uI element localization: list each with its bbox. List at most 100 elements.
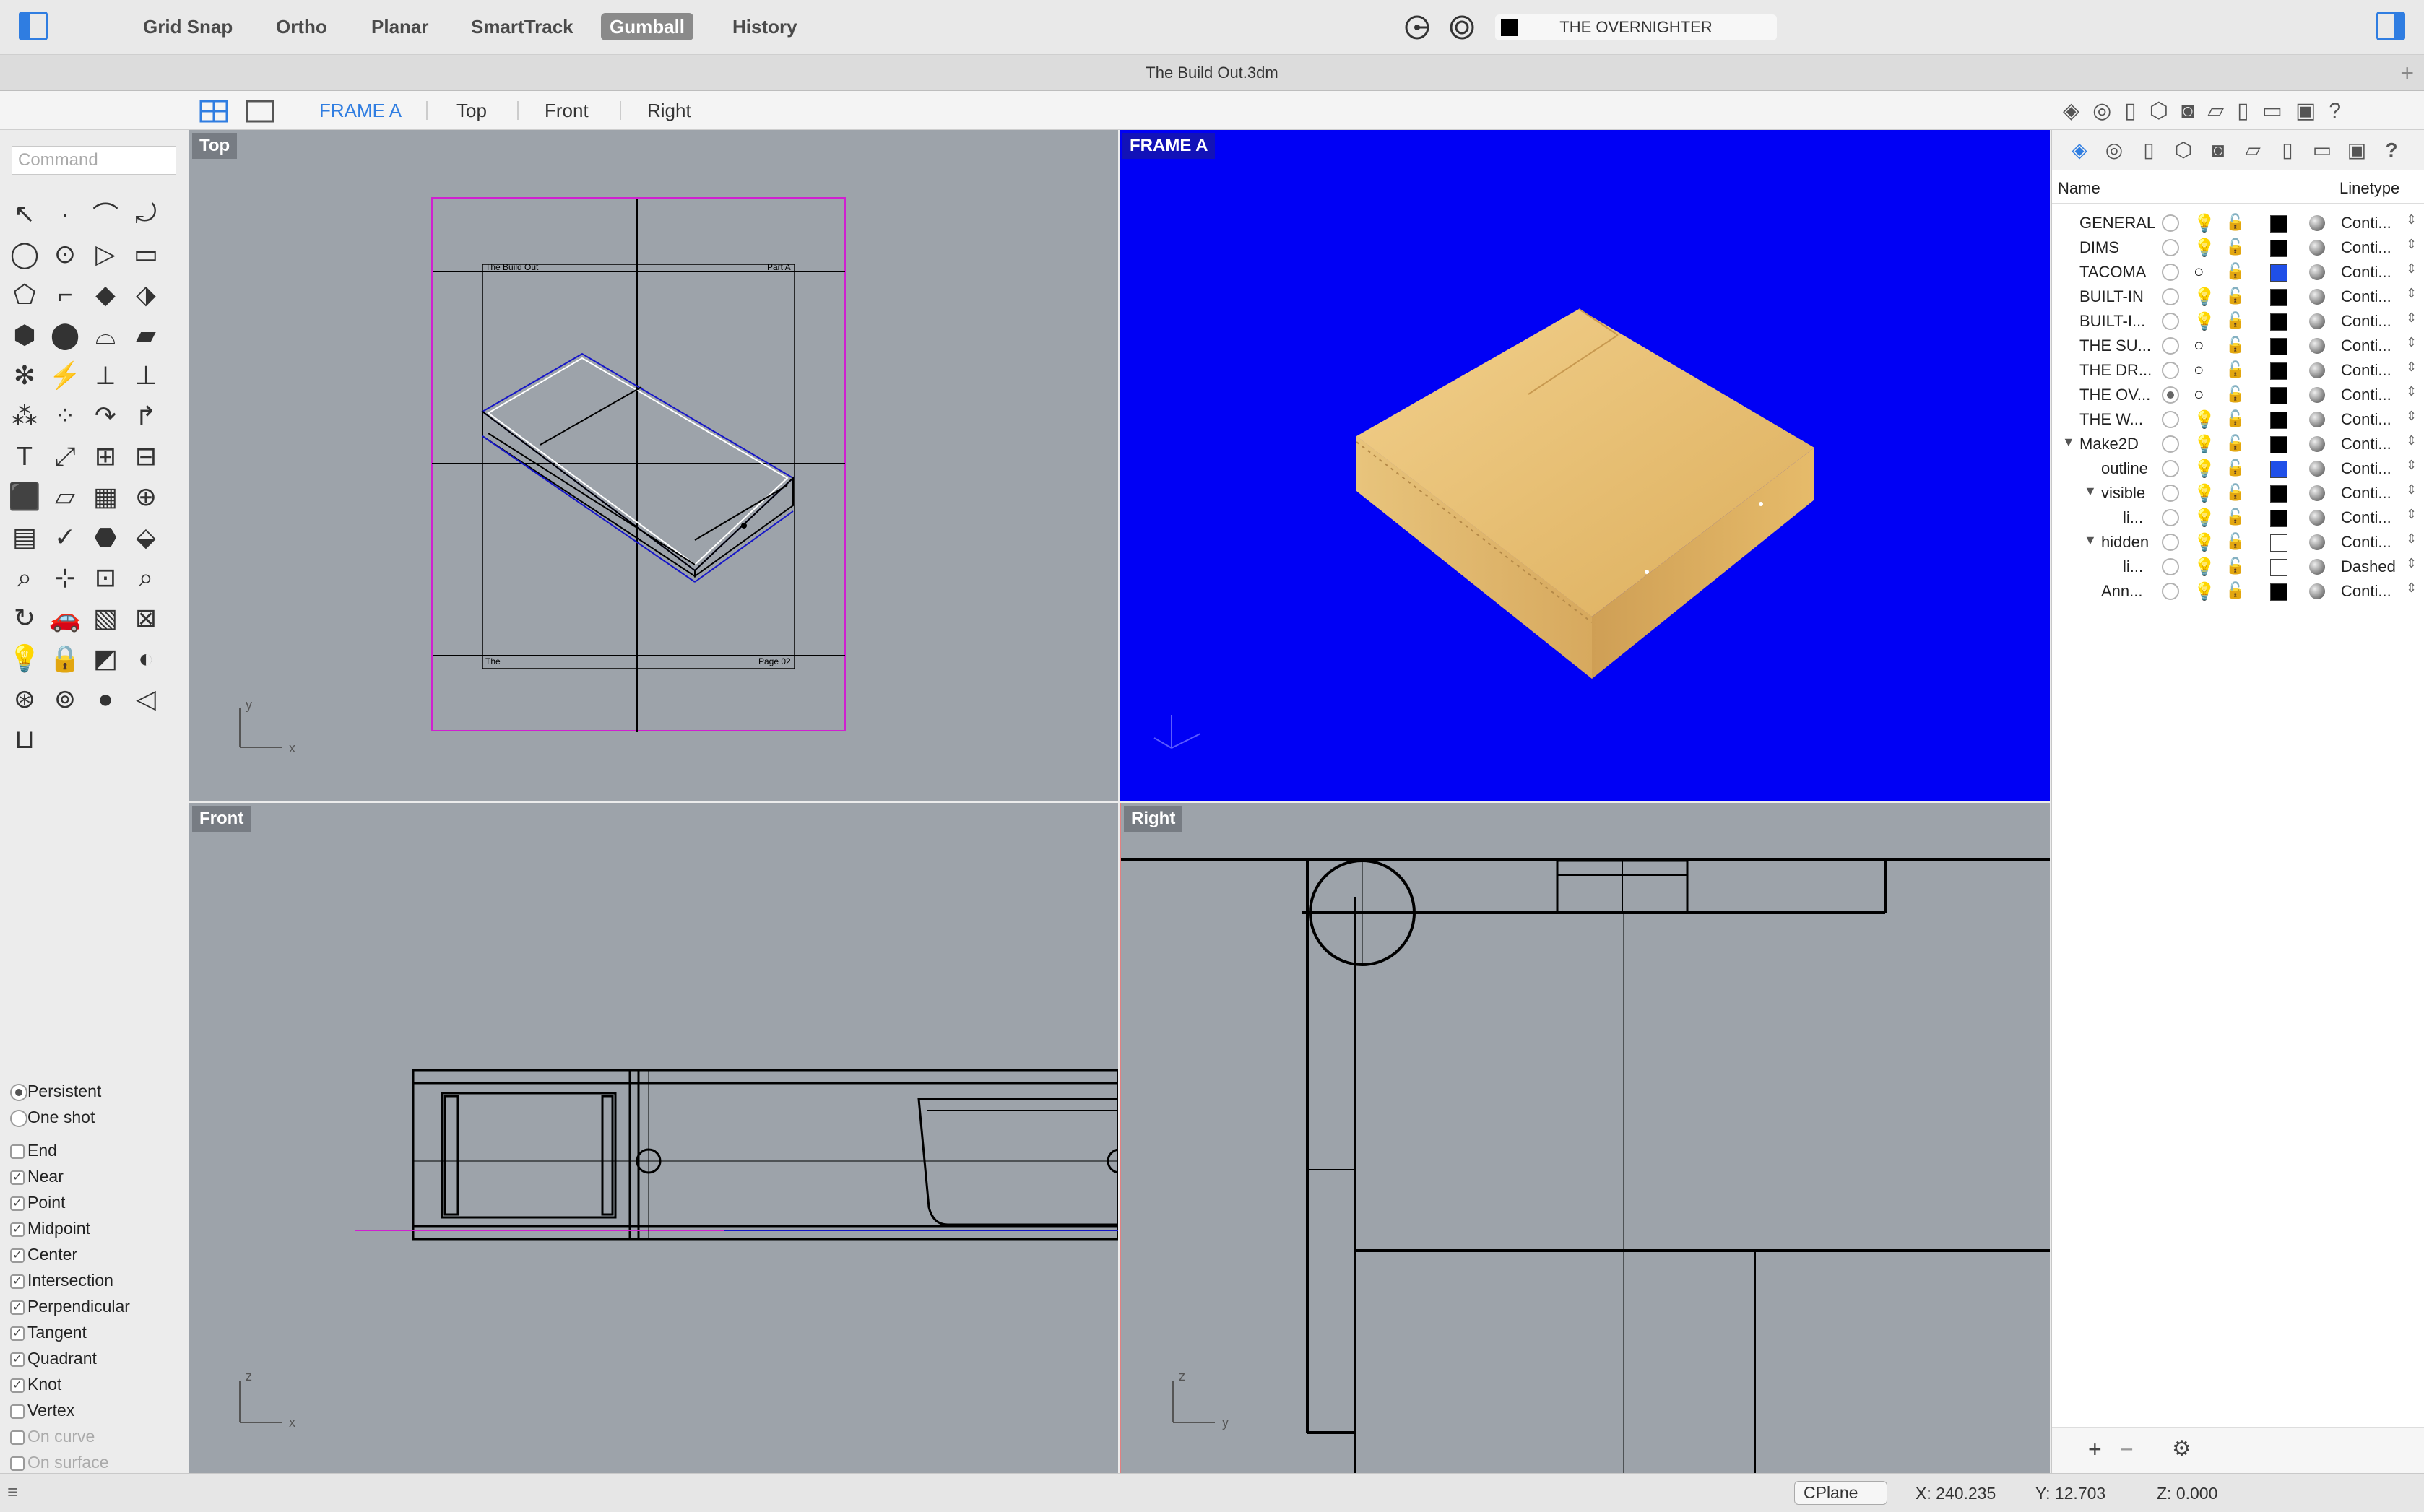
lock-icon[interactable]: 🔓 <box>2225 213 2245 232</box>
lock-icon[interactable]: 🔓 <box>2225 287 2245 305</box>
linetype-stepper-icon[interactable]: ⇕ <box>2406 482 2417 498</box>
layer-color-swatch[interactable] <box>2270 461 2287 478</box>
osnap-on-surface[interactable]: On surface <box>10 1451 109 1473</box>
layer-color-swatch[interactable] <box>2270 534 2287 552</box>
expand-triangle-icon[interactable]: ▼ <box>2084 484 2097 499</box>
camera-icon[interactable]: ◙ <box>2205 137 2231 163</box>
layer-row[interactable]: li... 💡 🔓 Dashed ⇕ <box>2052 555 2424 579</box>
history-toggle[interactable]: History <box>724 13 806 40</box>
material-sphere-icon[interactable] <box>2309 289 2325 305</box>
point-tool-icon[interactable]: · <box>45 194 85 234</box>
viewport-front[interactable]: x z Front <box>189 803 1118 1473</box>
cube-icon[interactable]: ⬡ <box>2170 137 2196 163</box>
osnap-persistent-option[interactable]: Persistent <box>10 1080 101 1102</box>
zoom-extents-tool-icon[interactable]: ⊡ <box>85 557 126 598</box>
lock-icon[interactable]: 🔓 <box>2225 262 2245 281</box>
material-sphere-icon[interactable] <box>2309 559 2325 575</box>
osnap-vertex[interactable]: Vertex <box>10 1399 74 1421</box>
plus-tool-icon[interactable]: ⊕ <box>126 477 166 517</box>
viewport-title-front[interactable]: Front <box>192 806 251 832</box>
viewport-right[interactable]: y z Right <box>1120 803 2050 1473</box>
linetype-stepper-icon[interactable]: ⇕ <box>2406 384 2417 399</box>
smarttrack-toggle[interactable]: SmartTrack <box>462 13 582 40</box>
visibility-bulb-icon[interactable]: 💡 <box>2194 557 2215 578</box>
layouts-icon[interactable]: ▯ <box>2274 137 2300 163</box>
split-tool-icon[interactable]: ⟂ <box>85 355 126 396</box>
single-view-layout-icon[interactable] <box>246 100 274 123</box>
filter-icon[interactable] <box>1404 14 1430 40</box>
layer-row[interactable]: Ann... 💡 🔓 Conti... ⇕ <box>2052 579 2424 604</box>
osnap-near[interactable]: ✓ Near <box>10 1165 64 1187</box>
linetype-value[interactable]: Conti... <box>2341 435 2391 453</box>
osnap-oneshot-option[interactable]: One shot <box>10 1106 95 1128</box>
linetype-value[interactable]: Conti... <box>2341 336 2391 355</box>
linetype-value[interactable]: Conti... <box>2341 410 2391 429</box>
current-layer-radio-icon[interactable] <box>2162 264 2179 281</box>
layer-color-swatch[interactable] <box>2270 240 2287 257</box>
rectangle-tool-icon[interactable]: ▭ <box>126 234 166 274</box>
layer-row[interactable]: ▼ Make2D 💡 🔓 Conti... ⇕ <box>2052 432 2424 456</box>
polyline-tool-icon[interactable]: ⌒ <box>85 194 126 234</box>
cplane-select[interactable]: CPlane <box>1794 1481 1888 1505</box>
planar-toggle[interactable]: Planar <box>363 13 438 40</box>
shade-tool-icon[interactable]: ● <box>85 679 126 719</box>
linetype-value[interactable]: Conti... <box>2341 361 2391 380</box>
linetype-value[interactable]: Conti... <box>2341 386 2391 404</box>
fill-tool-icon[interactable]: ⬙ <box>126 517 166 557</box>
material-sphere-icon[interactable] <box>2309 240 2325 256</box>
layer-row[interactable]: BUILT-IN 💡 🔓 Conti... ⇕ <box>2052 284 2424 309</box>
car-tool-icon[interactable]: 🚗 <box>45 598 85 638</box>
viewport-title-right[interactable]: Right <box>1124 806 1183 832</box>
right-sidebar-toggle-icon[interactable] <box>2376 12 2405 40</box>
help-icon[interactable]: ? <box>2378 137 2404 163</box>
box-tool-icon[interactable]: ⬛ <box>4 477 45 517</box>
linetype-stepper-icon[interactable]: ⇕ <box>2406 310 2417 326</box>
scale-tool-icon[interactable]: ⤢ <box>45 436 85 477</box>
layer-row[interactable]: THE OV... ○ 🔓 Conti... ⇕ <box>2052 383 2424 407</box>
linetype-stepper-icon[interactable]: ⇕ <box>2406 360 2417 375</box>
visibility-bulb-icon[interactable]: 💡 <box>2194 483 2215 504</box>
layer-row[interactable]: GENERAL 💡 🔓 Conti... ⇕ <box>2052 211 2424 235</box>
linetype-value[interactable]: Conti... <box>2341 312 2391 331</box>
linetype-value[interactable]: Dashed <box>2341 557 2396 576</box>
lock-icon[interactable]: 🔓 <box>2225 360 2245 379</box>
text-tool-icon[interactable]: T <box>4 436 45 477</box>
linetype-stepper-icon[interactable]: ⇕ <box>2406 531 2417 547</box>
ungroup-tool-icon[interactable]: ⊟ <box>126 436 166 477</box>
linetype-stepper-icon[interactable]: ⇕ <box>2406 237 2417 252</box>
linetype-stepper-icon[interactable]: ⇕ <box>2406 286 2417 301</box>
linetype-stepper-icon[interactable]: ⇕ <box>2406 433 2417 448</box>
surface-tool-icon[interactable]: ◆ <box>85 274 126 315</box>
current-layer-radio-icon[interactable] <box>2162 337 2179 355</box>
current-layer-radio-icon[interactable] <box>2162 509 2179 526</box>
osnap-knot[interactable]: ✓ Knot <box>10 1373 61 1395</box>
col-linetype[interactable]: Linetype <box>2339 179 2399 198</box>
properties-icon[interactable]: ◎ <box>2101 137 2127 163</box>
linetype-stepper-icon[interactable]: ⇕ <box>2406 556 2417 571</box>
color-wheel-tool-icon[interactable]: ◐ <box>126 638 166 679</box>
layer-color-swatch[interactable] <box>2270 485 2287 503</box>
curve-tool-icon[interactable]: ⤾ <box>126 194 166 234</box>
layer-color-swatch[interactable] <box>2270 412 2287 429</box>
linetype-stepper-icon[interactable]: ⇕ <box>2406 335 2417 350</box>
linetype-value[interactable]: Conti... <box>2341 533 2391 552</box>
lock-icon[interactable]: 🔓 <box>2225 459 2245 477</box>
layer-color-swatch[interactable] <box>2270 215 2287 233</box>
linetype-value[interactable]: Conti... <box>2341 214 2391 233</box>
visibility-bulb-icon[interactable]: 💡 <box>2194 532 2215 553</box>
linetype-value[interactable]: Conti... <box>2341 484 2391 503</box>
osnap-icon[interactable] <box>1449 14 1475 40</box>
current-layer-radio-icon[interactable] <box>2162 362 2179 379</box>
fillet-tool-icon[interactable]: ⌐ <box>45 274 85 315</box>
add-tab-icon[interactable]: + <box>2400 55 2414 91</box>
layer-row[interactable]: THE DR... ○ 🔓 Conti... ⇕ <box>2052 358 2424 383</box>
current-layer-radio-icon[interactable] <box>2162 411 2179 428</box>
material-sphere-icon[interactable] <box>2309 362 2325 378</box>
current-layer-radio-icon[interactable] <box>2162 583 2179 600</box>
osnap-on-curve[interactable]: On curve <box>10 1425 95 1447</box>
dots-tool-icon[interactable]: ⁂ <box>4 396 45 436</box>
lock-icon[interactable]: 🔓 <box>2225 385 2245 404</box>
current-layer-radio-icon[interactable] <box>2162 313 2179 330</box>
add-layer-button[interactable]: + <box>2088 1436 2102 1463</box>
ortho-toggle[interactable]: Ortho <box>267 13 336 40</box>
